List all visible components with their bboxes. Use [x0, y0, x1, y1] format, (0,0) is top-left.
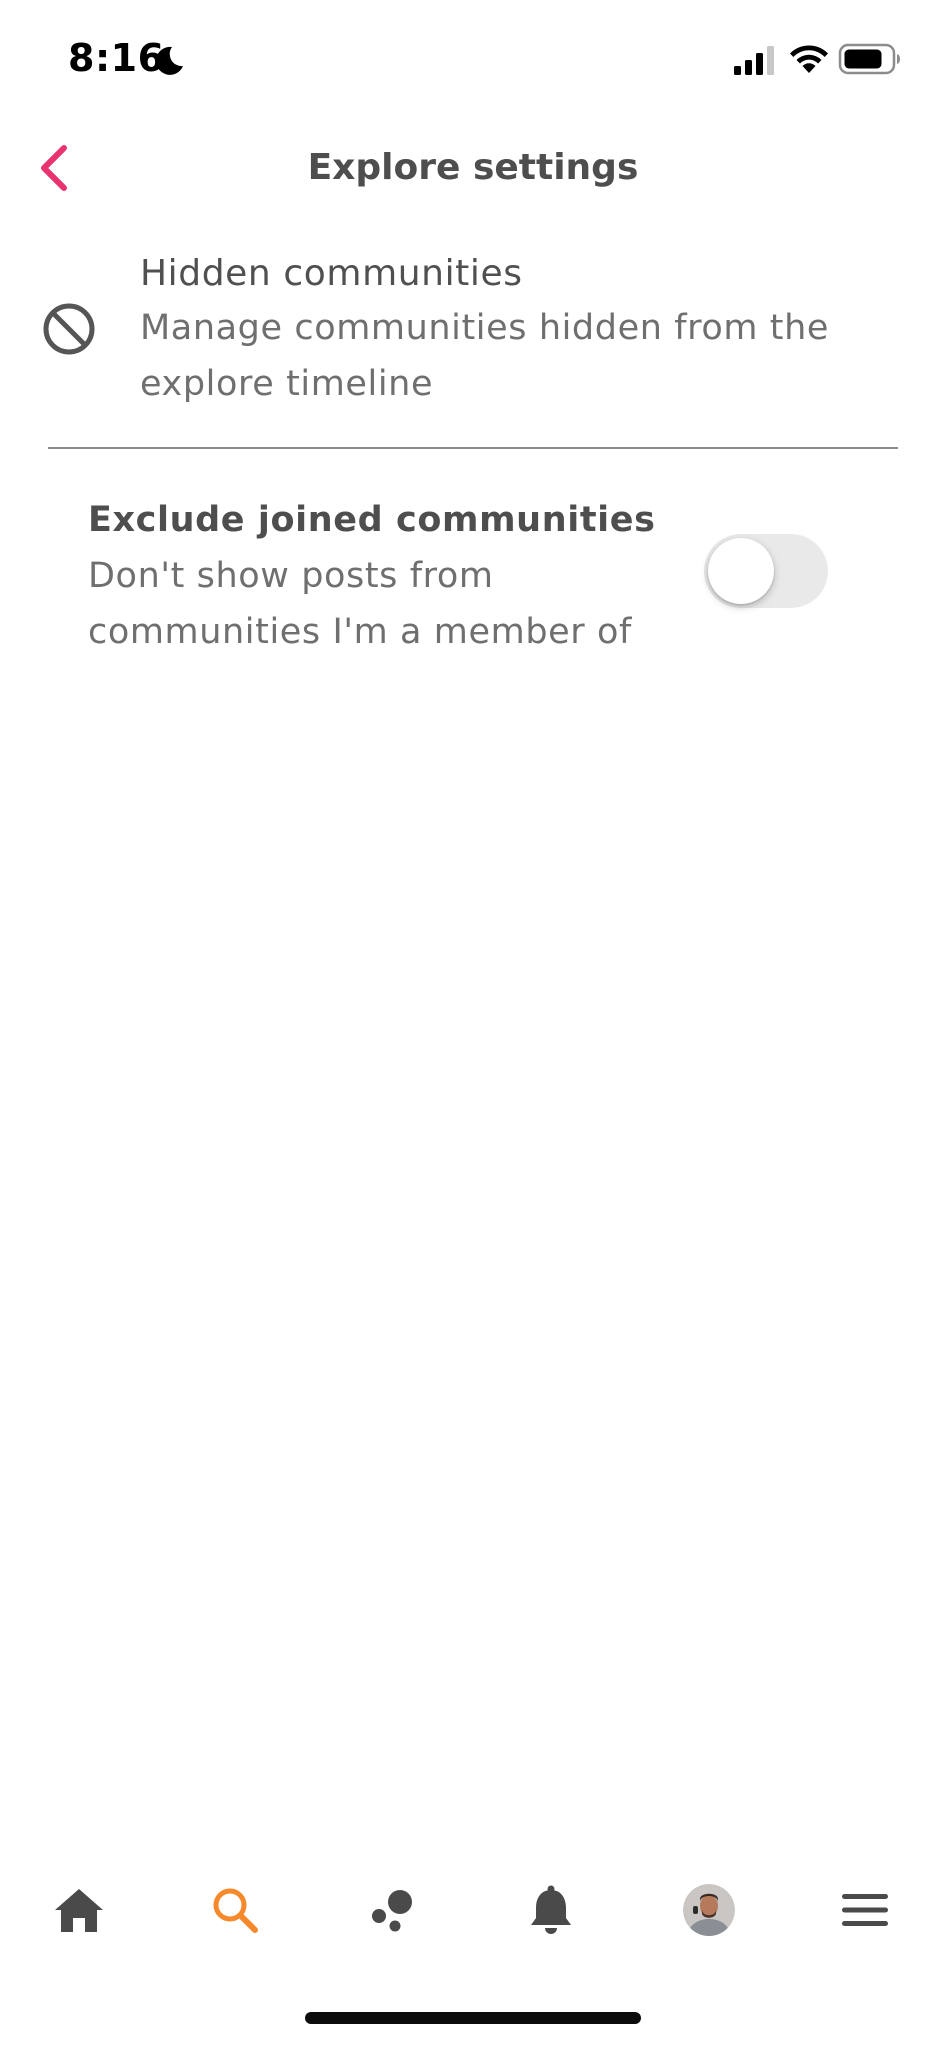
home-indicator: [305, 2012, 641, 2024]
bell-icon: [531, 1885, 571, 1934]
exclude-joined-description: Don't show posts from communities I'm a …: [88, 556, 632, 652]
hidden-communities-title: Hidden communities: [140, 253, 523, 294]
search-icon: [213, 1888, 258, 1933]
communities-icon: [372, 1890, 412, 1932]
divider: [48, 447, 898, 449]
status-bar: 8:16: [0, 0, 946, 120]
page-title: Explore settings: [307, 147, 639, 188]
toggle-knob: [708, 538, 774, 604]
nav-communities[interactable]: [343, 1860, 443, 1960]
cellular-signal-icon: [734, 46, 774, 75]
avatar: [683, 1884, 735, 1936]
bottom-nav: [0, 1860, 946, 1980]
nav-menu[interactable]: [815, 1860, 915, 1960]
menu-icon: [842, 1894, 888, 1926]
moon-icon: [155, 46, 183, 75]
exclude-joined-title: Exclude joined communities: [88, 500, 656, 540]
nav-profile[interactable]: [659, 1860, 759, 1960]
exclude-joined-toggle[interactable]: [704, 534, 828, 608]
nav-notifications[interactable]: [501, 1860, 601, 1960]
hidden-communities-row[interactable]: Hidden communities Manage communities hi…: [0, 238, 946, 448]
wifi-icon: [790, 45, 828, 73]
exclude-joined-communities-row: Exclude joined communities Don't show po…: [0, 480, 946, 660]
battery-icon: [838, 43, 900, 75]
hidden-communities-description: Manage communities hidden from the explo…: [140, 308, 830, 404]
block-icon: [43, 303, 95, 355]
home-icon: [55, 1889, 103, 1932]
nav-search[interactable]: [185, 1860, 285, 1960]
nav-home[interactable]: [29, 1860, 129, 1960]
status-time: 8:16: [68, 36, 165, 80]
